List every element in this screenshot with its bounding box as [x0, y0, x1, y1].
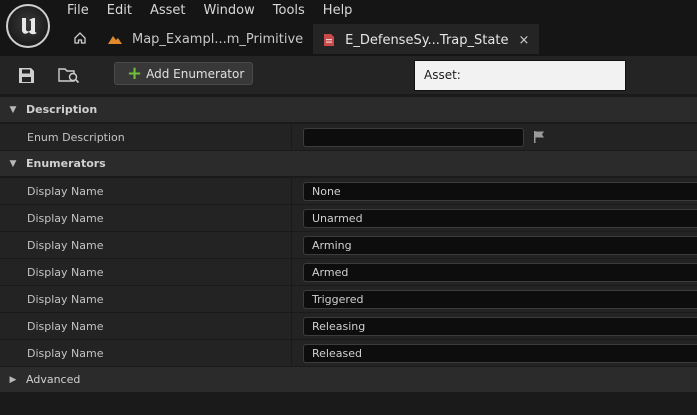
menu-window[interactable]: Window	[195, 0, 264, 20]
menu-file[interactable]: File	[58, 0, 98, 20]
enumerator-row: Display Name Armed	[0, 259, 697, 286]
title-bar: File Edit Asset Window Tools Help Map_Ex…	[0, 0, 697, 56]
enumerator-row: Display Name Releasing	[0, 313, 697, 340]
enum-description-label: Enum Description	[27, 131, 125, 144]
collapse-arrow-icon: ▼	[9, 104, 17, 115]
empty-panel-area	[0, 394, 697, 415]
display-name-input[interactable]: Armed	[303, 263, 697, 282]
enumerator-row: Display Name Arming	[0, 232, 697, 259]
tab-enum-label: E_DefenseSy...Trap_State	[345, 32, 509, 48]
display-name-label: Display Name	[27, 320, 104, 333]
display-name-input[interactable]: None	[303, 182, 697, 201]
display-name-label: Display Name	[27, 185, 104, 198]
display-name-input[interactable]: Released	[303, 344, 697, 363]
section-description[interactable]: ▼ Description	[0, 97, 697, 123]
unreal-logo-icon[interactable]	[6, 4, 50, 48]
menu-bar: File Edit Asset Window Tools Help	[58, 0, 361, 20]
section-enumerators-label: Enumerators	[26, 157, 106, 170]
save-icon[interactable]	[15, 64, 37, 86]
add-enumerator-label: Add Enumerator	[146, 66, 245, 81]
close-tab-icon[interactable]: ×	[518, 33, 529, 48]
section-advanced[interactable]: ▶ Advanced	[0, 367, 697, 393]
flag-icon[interactable]	[532, 130, 546, 147]
display-name-input[interactable]: Triggered	[303, 290, 697, 309]
column-divider[interactable]	[291, 178, 292, 205]
home-icon	[73, 31, 87, 48]
column-divider[interactable]	[291, 259, 292, 286]
section-advanced-label: Advanced	[26, 373, 81, 386]
enumerator-row: Display Name Released	[0, 340, 697, 367]
tab-map[interactable]: Map_Exampl...m_Primitive	[98, 24, 313, 54]
display-name-label: Display Name	[27, 293, 104, 306]
enum-asset-icon	[323, 33, 335, 47]
collapse-arrow-icon: ▼	[9, 158, 17, 169]
asset-tooltip: Asset: E_DefenseSystem_Trap_State	[414, 60, 626, 111]
display-name-input[interactable]: Releasing	[303, 317, 697, 336]
column-divider[interactable]	[291, 313, 292, 340]
add-enumerator-button[interactable]: + Add Enumerator	[114, 62, 253, 85]
plus-icon: +	[127, 62, 143, 84]
enumerator-row: Display Name Unarmed	[0, 205, 697, 232]
column-divider[interactable]	[291, 124, 292, 151]
column-divider[interactable]	[291, 286, 292, 313]
menu-help[interactable]: Help	[314, 0, 362, 20]
section-enumerators[interactable]: ▼ Enumerators	[0, 151, 697, 177]
menu-edit[interactable]: Edit	[98, 0, 141, 20]
display-name-label: Display Name	[27, 212, 104, 225]
home-tab[interactable]	[62, 24, 98, 54]
column-divider[interactable]	[291, 205, 292, 232]
column-divider[interactable]	[291, 340, 292, 367]
tab-enum[interactable]: E_DefenseSy...Trap_State ×	[313, 24, 540, 54]
browse-content-icon[interactable]	[58, 64, 80, 86]
tab-row: Map_Exampl...m_Primitive E_DefenseSy...T…	[62, 24, 540, 56]
menu-asset[interactable]: Asset	[141, 0, 195, 20]
enumerator-row: Display Name None	[0, 178, 697, 205]
section-description-label: Description	[26, 103, 98, 116]
column-divider[interactable]	[291, 232, 292, 259]
enumerator-row: Display Name Triggered	[0, 286, 697, 313]
enum-description-row: Enum Description	[0, 124, 697, 151]
display-name-input[interactable]: Unarmed	[303, 209, 697, 228]
tab-map-label: Map_Exampl...m_Primitive	[132, 31, 304, 47]
level-map-icon	[108, 33, 122, 45]
display-name-label: Display Name	[27, 347, 104, 360]
expand-arrow-icon: ▶	[9, 374, 17, 385]
display-name-label: Display Name	[27, 239, 104, 252]
menu-tools[interactable]: Tools	[264, 0, 314, 20]
enum-description-input[interactable]	[303, 128, 524, 147]
display-name-input[interactable]: Arming	[303, 236, 697, 255]
display-name-label: Display Name	[27, 266, 104, 279]
